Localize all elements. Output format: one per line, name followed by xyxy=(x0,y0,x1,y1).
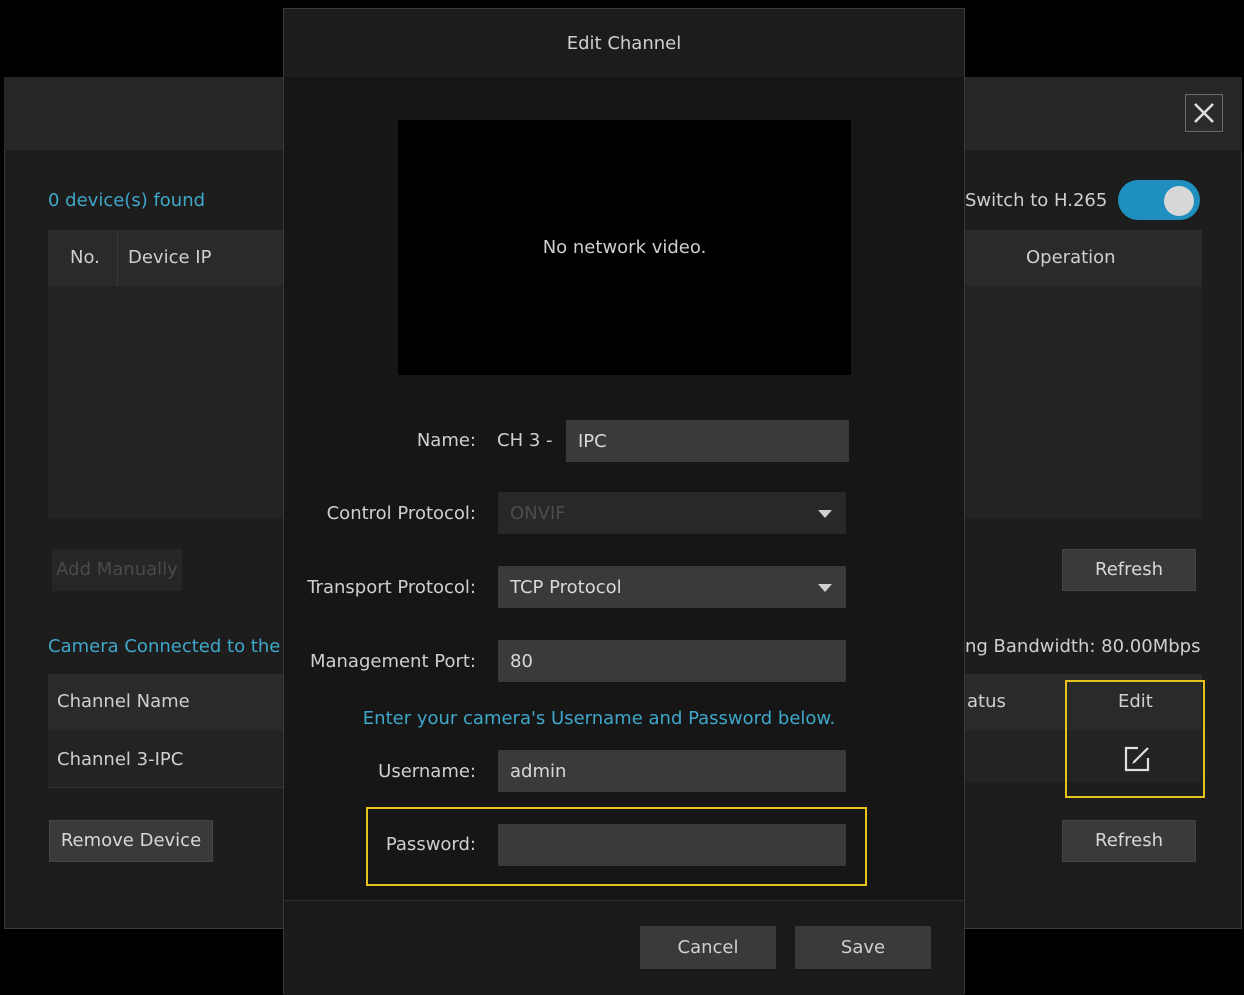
toggle-knob xyxy=(1164,186,1194,216)
transport-protocol-value: TCP Protocol xyxy=(510,576,622,598)
switch-h265-label: Switch to H.265 xyxy=(965,190,1108,211)
device-table-body-left xyxy=(48,286,284,518)
username-value: admin xyxy=(510,760,567,782)
name-prefix: CH 3 - xyxy=(497,430,553,451)
management-port-value: 80 xyxy=(510,650,533,672)
column-header-channel-name: Channel Name xyxy=(57,691,190,712)
management-port-label: Management Port: xyxy=(309,651,476,672)
password-highlight-box xyxy=(366,807,867,886)
column-header-status: atus xyxy=(967,691,1006,712)
name-input[interactable]: IPC xyxy=(566,420,849,462)
save-button[interactable]: Save xyxy=(795,926,931,969)
camera-connected-label: Camera Connected to the xyxy=(48,636,281,657)
bandwidth-label: ng Bandwidth: 80.00Mbps xyxy=(965,636,1201,657)
control-protocol-value: ONVIF xyxy=(510,502,566,524)
channel-name-cell: Channel 3-IPC xyxy=(57,749,184,770)
control-protocol-label: Control Protocol: xyxy=(326,503,476,524)
close-button[interactable] xyxy=(1185,94,1223,132)
refresh-channels-button[interactable]: Refresh xyxy=(1062,820,1196,862)
username-label: Username: xyxy=(378,761,476,782)
dialog-title: Edit Channel xyxy=(566,33,682,54)
name-input-value: IPC xyxy=(578,430,607,452)
column-header-device-ip: Device IP xyxy=(128,247,212,268)
close-icon xyxy=(1194,103,1214,123)
transport-protocol-label: Transport Protocol: xyxy=(307,577,476,598)
credentials-hint: Enter your camera's Username and Passwor… xyxy=(362,708,836,729)
devices-found-label: 0 device(s) found xyxy=(48,190,206,211)
add-manually-button[interactable]: Add Manually xyxy=(52,549,182,591)
cancel-button[interactable]: Cancel xyxy=(640,926,776,969)
edit-highlight-box xyxy=(1065,680,1205,798)
refresh-button[interactable]: Refresh xyxy=(1062,549,1196,591)
column-divider xyxy=(117,230,118,286)
username-input[interactable]: admin xyxy=(498,750,846,792)
control-protocol-select[interactable]: ONVIF xyxy=(498,492,846,534)
transport-protocol-select[interactable]: TCP Protocol xyxy=(498,566,846,608)
name-label: Name: xyxy=(416,430,476,451)
video-message: No network video. xyxy=(542,237,707,258)
device-table-body-right xyxy=(965,286,1202,518)
remove-device-button[interactable]: Remove Device xyxy=(49,820,213,862)
chevron-down-icon xyxy=(818,584,832,592)
column-header-operation: Operation xyxy=(1026,247,1116,268)
chevron-down-icon xyxy=(818,510,832,518)
management-port-input[interactable]: 80 xyxy=(498,640,846,682)
column-header-no: No. xyxy=(70,247,100,268)
